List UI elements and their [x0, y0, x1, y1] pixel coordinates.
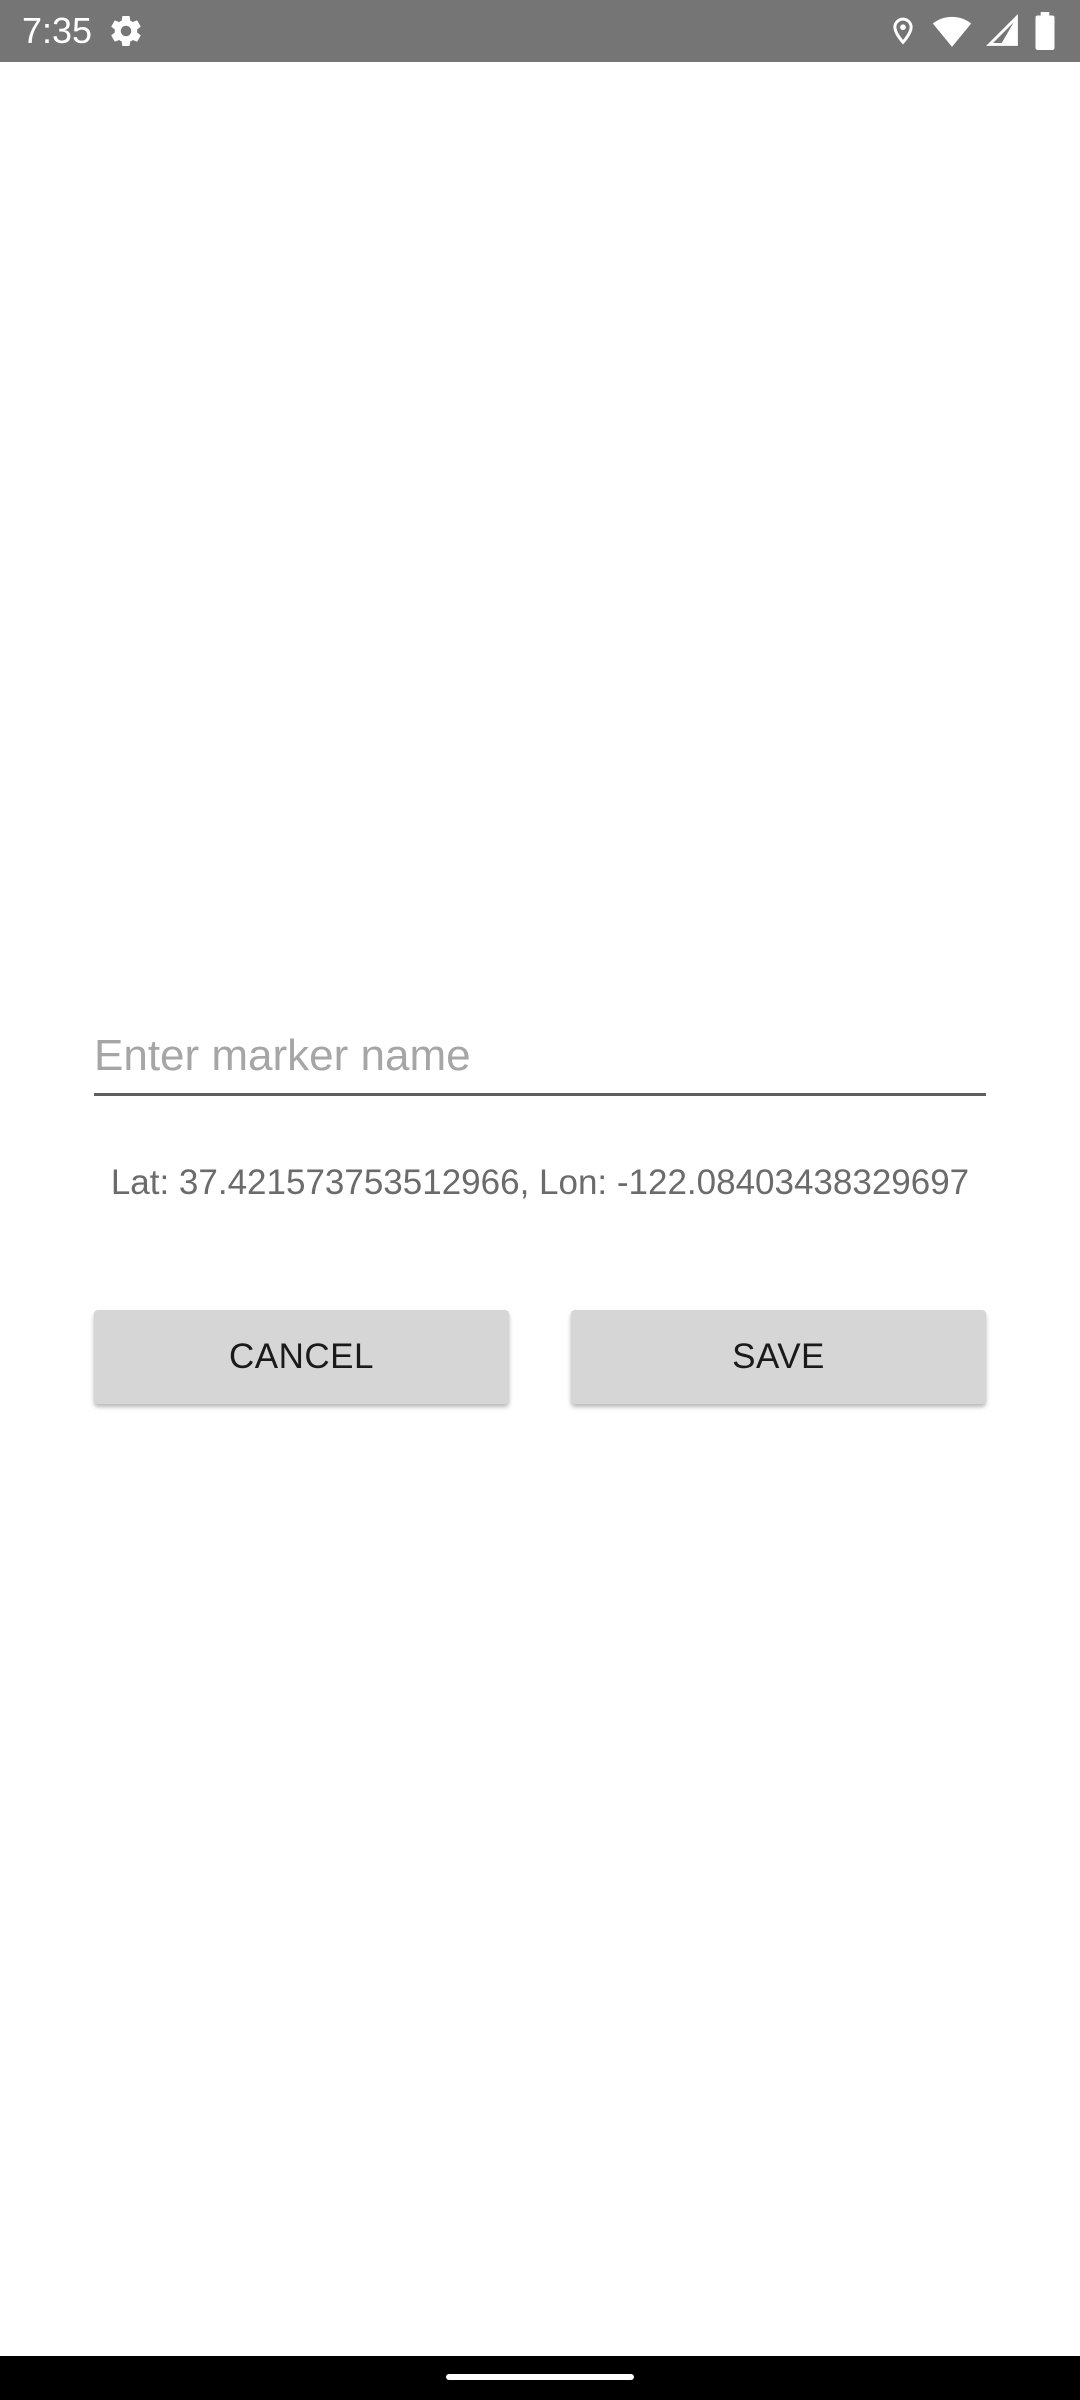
status-bar: 7:35 [0, 0, 1080, 62]
location-icon [888, 13, 918, 49]
dialog-content [0, 62, 1080, 2356]
cancel-button[interactable]: CANCEL [94, 1310, 509, 1404]
save-button[interactable]: SAVE [571, 1310, 986, 1404]
marker-name-input[interactable] [94, 1018, 986, 1096]
battery-icon [1034, 12, 1056, 50]
navigation-bar [0, 2356, 1080, 2400]
settings-icon [108, 13, 144, 49]
gesture-handle[interactable] [446, 2374, 634, 2380]
cellular-signal-icon [986, 14, 1020, 48]
coordinates-text: Lat: 37.421573753512966, Lon: -122.08403… [110, 1163, 970, 1202]
wifi-icon [932, 14, 972, 48]
status-time: 7:35 [22, 10, 93, 51]
